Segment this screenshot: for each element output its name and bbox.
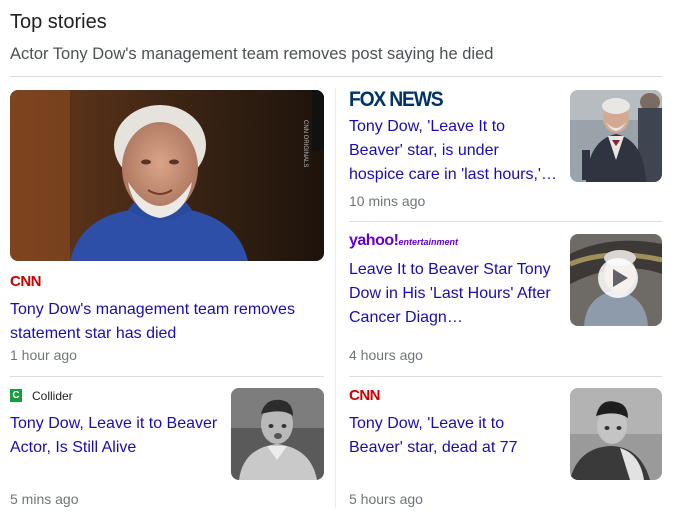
story-divider <box>349 376 662 377</box>
story-headline[interactable]: Tony Dow, Leave it to Beaver Actor, Is S… <box>10 412 220 460</box>
source-logo-yahoo-sub: entertainment <box>398 237 458 247</box>
story-card-collider[interactable]: C Collider Tony Dow, Leave it to Beaver … <box>10 386 324 510</box>
play-button[interactable] <box>598 258 638 298</box>
play-icon <box>613 269 628 287</box>
story-thumbnail <box>231 388 324 480</box>
story-divider <box>10 376 324 377</box>
story-thumbnail: CNN ORIGINALS <box>10 90 324 261</box>
section-title: Top stories <box>10 11 107 33</box>
query-headline[interactable]: Actor Tony Dow's management team removes… <box>10 43 493 65</box>
story-headline[interactable]: Tony Dow, 'Leave It to Beaver' star, is … <box>349 115 557 187</box>
story-divider <box>349 221 662 222</box>
source-logo-yahoo-main: yahoo! <box>349 232 399 249</box>
story-card-fox[interactable]: FOX NEWS Tony Dow, 'Leave It to Beaver' … <box>349 88 662 213</box>
story-time: 5 mins ago <box>10 491 79 507</box>
story-time: 4 hours ago <box>349 347 423 363</box>
source-logo-fox-news: FOX NEWS <box>349 88 444 111</box>
story-headline[interactable]: Tony Dow's management team removes state… <box>10 298 320 346</box>
story-time: 10 mins ago <box>349 193 426 209</box>
story-time: 1 hour ago <box>10 347 77 363</box>
column-divider <box>335 88 336 508</box>
source-logo-cnn: CNN <box>10 273 42 290</box>
story-headline[interactable]: Tony Dow, 'Leave it to Beaver' star, dea… <box>349 412 557 460</box>
source-logo-yahoo: yahoo!entertainment <box>349 232 458 250</box>
story-card-cnn-secondary[interactable]: CNN Tony Dow, 'Leave it to Beaver' star,… <box>349 386 662 510</box>
source-logo-collider: C <box>10 389 22 402</box>
story-thumbnail <box>570 234 662 326</box>
story-headline[interactable]: Leave It to Beaver Star Tony Dow in His … <box>349 258 557 330</box>
man-in-suit-image <box>570 90 662 182</box>
story-card-yahoo[interactable]: yahoo!entertainment Leave It to Beaver S… <box>349 232 662 367</box>
header-divider <box>10 76 662 77</box>
story-card-cnn-main[interactable]: CNN ORIGINALS CNN Tony Dow's management … <box>10 90 324 370</box>
thumbnail-caption: CNN ORIGINALS <box>302 120 308 168</box>
black-white-young-man-image <box>570 388 662 480</box>
black-white-boy-image <box>231 388 324 480</box>
story-time: 5 hours ago <box>349 491 423 507</box>
source-name: Collider <box>32 389 73 403</box>
story-thumbnail <box>570 90 662 182</box>
source-logo-cnn: CNN <box>349 387 381 404</box>
story-thumbnail <box>570 388 662 480</box>
portrait-image <box>10 90 324 261</box>
